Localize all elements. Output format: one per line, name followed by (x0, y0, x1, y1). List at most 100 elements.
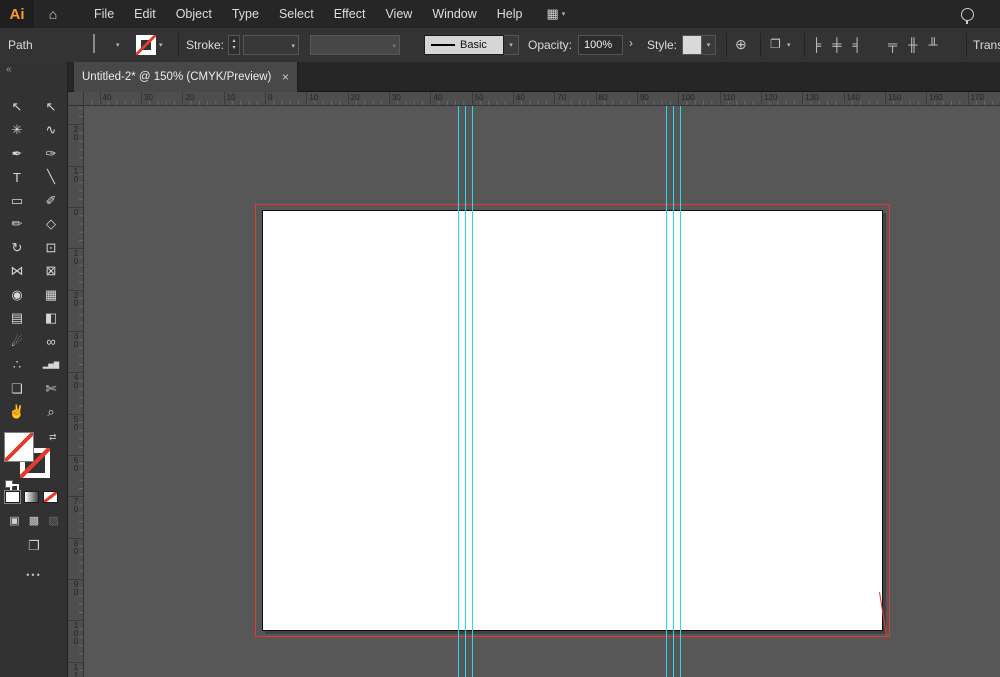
style-swatch[interactable] (682, 35, 702, 55)
opacity-input[interactable]: 100% (578, 35, 623, 55)
align-middle-icon[interactable]: ╫ (908, 37, 917, 52)
zoom-tool[interactable]: ⌕ (37, 402, 65, 422)
guide[interactable] (666, 106, 667, 677)
stroke-weight-stepper[interactable]: ▴ ▾ (228, 35, 240, 55)
pasteboard[interactable] (84, 106, 1000, 677)
stroke-caret-icon[interactable]: ▾ (159, 41, 163, 49)
guide[interactable] (680, 106, 681, 677)
opacity-panel-arrow[interactable]: › (629, 36, 633, 50)
arrange-caret-icon[interactable]: ▾ (787, 41, 791, 49)
pen-tool[interactable]: ✒ (3, 144, 31, 164)
hand-tool[interactable]: ✌ (3, 402, 31, 422)
width-profile-combo[interactable]: ▾ (310, 35, 400, 55)
h-ruler-label: 130 (802, 92, 819, 105)
guide[interactable] (472, 106, 473, 677)
eyedropper-tool[interactable]: ☄ (3, 332, 31, 352)
none-button[interactable] (43, 491, 58, 503)
context-label: Path (8, 38, 33, 52)
lasso-tool[interactable]: ∿ (37, 120, 65, 140)
menu-bar: Ai ⌂ File Edit Object Type Select Effect View W… (0, 0, 1000, 29)
guide[interactable] (458, 106, 459, 677)
symbol-sprayer-tool[interactable]: ∴ (3, 355, 31, 375)
v-ruler-label: 70 (68, 496, 83, 514)
artboard-tool[interactable]: ❏ (3, 379, 31, 399)
free-transform-tool[interactable]: ⊠ (37, 261, 65, 281)
draw-normal-icon[interactable]: ▣ (9, 514, 19, 527)
selection-tool[interactable]: ↖ (3, 97, 31, 117)
style-caret-button[interactable]: ▾ (702, 35, 716, 55)
h-ruler-label: 10 (223, 92, 236, 105)
menu-window[interactable]: Window (422, 0, 486, 28)
menu-object[interactable]: Object (166, 0, 222, 28)
rectangle-tool[interactable]: ▭ (3, 191, 31, 211)
collapse-panel-button[interactable]: « (6, 64, 12, 75)
tab-close-icon[interactable]: × (282, 70, 289, 84)
app-logo[interactable]: Ai (0, 0, 34, 28)
column-graph-tool[interactable]: ▂▅▇ (37, 355, 65, 375)
scale-tool[interactable]: ⊡ (37, 238, 65, 258)
menu-help[interactable]: Help (487, 0, 533, 28)
opacity-label[interactable]: Opacity: (528, 38, 572, 52)
align-left-icon[interactable]: ╞ (812, 37, 821, 52)
default-fill-stroke-icon[interactable] (5, 480, 19, 493)
horizontal-ruler[interactable]: 40 30 20 10 0 10 20 30 40 50 60 70 80 90 100 110 120 130 1… (84, 92, 1000, 106)
draw-behind-icon[interactable]: ▩ (29, 514, 39, 527)
stroke-weight-combo[interactable]: ▾ (243, 35, 299, 55)
fill-swatch[interactable] (4, 432, 34, 462)
workspace-switcher[interactable]: ▦ ▾ (547, 6, 566, 22)
align-center-icon[interactable]: ╪ (832, 37, 841, 52)
pencil-tool[interactable]: ✏ (3, 214, 31, 234)
stepper-down-icon[interactable]: ▾ (232, 45, 235, 52)
stroke-color-swatch[interactable] (136, 35, 156, 55)
swap-fill-stroke-icon[interactable]: ⇄ (49, 432, 57, 443)
menu-type[interactable]: Type (222, 0, 269, 28)
document-tab[interactable]: Untitled-2* @ 150% (CMYK/Preview) × (74, 62, 298, 92)
line-segment-tool[interactable]: ╲ (37, 167, 65, 187)
fill-caret-icon[interactable]: ▾ (116, 41, 120, 49)
globe-icon[interactable]: ⊕ (735, 36, 747, 53)
stepper-up-icon[interactable]: ▴ (232, 38, 235, 45)
screen-mode-button[interactable]: ❐ (0, 538, 68, 554)
color-button[interactable] (4, 490, 21, 504)
search-icon[interactable] (961, 7, 974, 24)
v-ruler-label: 10 (68, 165, 83, 184)
slice-tool[interactable]: ✄ (37, 379, 65, 399)
guide[interactable] (465, 106, 466, 677)
perspective-grid-tool[interactable]: ▦ (37, 285, 65, 305)
ruler-corner[interactable] (68, 92, 84, 106)
gradient-button[interactable] (24, 491, 39, 503)
shaper-tool[interactable]: ◇ (37, 214, 65, 234)
menu-file[interactable]: File (84, 0, 124, 28)
menu-effect[interactable]: Effect (324, 0, 376, 28)
width-tool[interactable]: ⋈ (3, 261, 31, 281)
direct-selection-tool[interactable]: ↖ (37, 97, 65, 117)
curvature-tool[interactable]: ✑ (37, 144, 65, 164)
more-tools-button[interactable]: ••• (0, 570, 68, 580)
shape-builder-tool[interactable]: ◉ (3, 285, 31, 305)
h-ruler-label: 160 (926, 92, 943, 105)
home-icon[interactable]: ⌂ (40, 6, 66, 22)
chevron-down-icon: ▾ (509, 42, 513, 49)
type-tool[interactable]: T (3, 167, 31, 187)
blend-tool[interactable]: ∞ (37, 332, 65, 352)
brush-caret-button[interactable]: ▾ (504, 35, 519, 55)
vertical-ruler[interactable]: 20100102030405060708090100110 (68, 106, 84, 677)
gradient-tool[interactable]: ◧ (37, 308, 65, 328)
menu-edit[interactable]: Edit (124, 0, 166, 28)
guide[interactable] (673, 106, 674, 677)
align-top-icon[interactable]: ╤ (888, 37, 897, 52)
rotate-tool[interactable]: ↻ (3, 238, 31, 258)
align-right-icon[interactable]: ╡ (852, 37, 861, 52)
transform-link[interactable]: Transf (973, 38, 1000, 52)
brush-definition-combo[interactable]: Basic (424, 35, 504, 55)
paintbrush-tool[interactable]: ✐ (37, 191, 65, 211)
arrange-documents-icon[interactable]: ❐ (770, 37, 781, 51)
mesh-tool[interactable]: ▤ (3, 308, 31, 328)
menu-select[interactable]: Select (269, 0, 324, 28)
align-bottom-icon[interactable]: ╨ (928, 37, 937, 52)
stroke-weight-label: Stroke: (186, 38, 225, 52)
fill-color-swatch[interactable] (93, 34, 95, 53)
magic-wand-tool[interactable]: ✳ (3, 120, 31, 140)
menu-view[interactable]: View (375, 0, 422, 28)
draw-inside-icon[interactable]: ▨ (48, 514, 58, 527)
